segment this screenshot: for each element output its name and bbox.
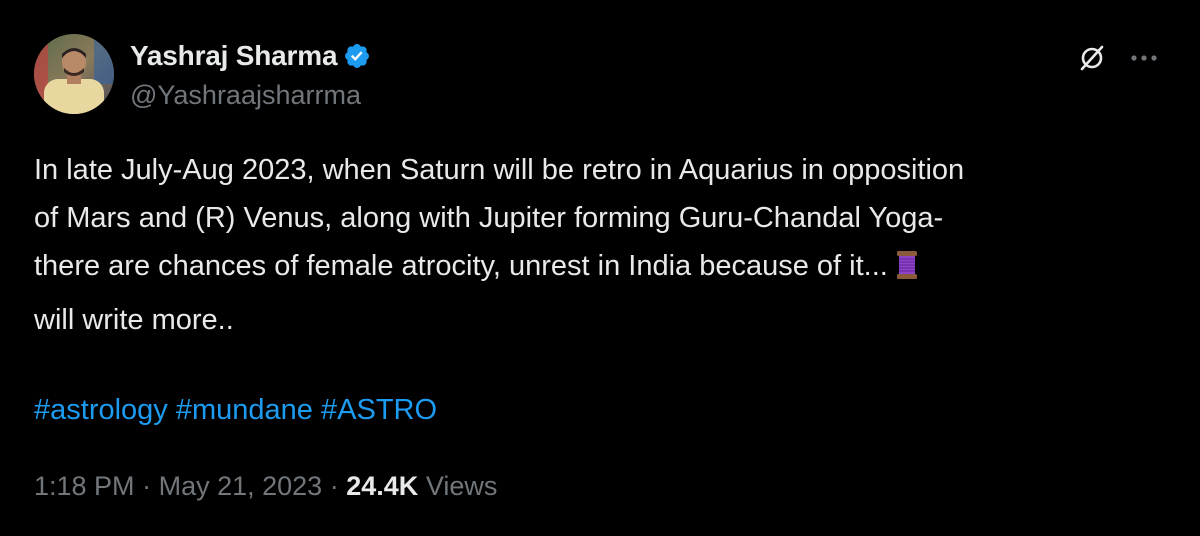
hashtag-link[interactable]: #astrology <box>34 394 168 426</box>
hashtag-link[interactable]: #mundane <box>176 394 313 426</box>
grok-icon[interactable] <box>1074 40 1110 76</box>
author-handle[interactable]: @Yashraajsharrma <box>130 80 361 111</box>
tweet-text-line: In late July-Aug 2023, when Saturn will … <box>34 154 965 186</box>
tweet-text-line-with-emoji: there are chances of female atrocity, un… <box>34 242 1174 296</box>
avatar-photo <box>34 34 114 114</box>
tweet-card: Yashraj Sharma @Yashraajsharrma In late … <box>0 0 1200 536</box>
tweet-text-line: will write more.. <box>34 304 234 336</box>
thread-spool-icon <box>894 248 920 296</box>
tweet-text-segment: there are chances of female atrocity, un… <box>34 250 888 282</box>
avatar[interactable] <box>34 34 114 114</box>
tweet-time[interactable]: 1:18 PM <box>34 471 135 501</box>
hashtag-list: #astrology #mundane #ASTRO <box>34 386 437 434</box>
verified-badge-icon[interactable] <box>343 42 371 70</box>
tweet-meta: 1:18 PM · May 21, 2023 · 24.4K Views <box>34 466 497 506</box>
author-display-name[interactable]: Yashraj Sharma <box>130 40 338 72</box>
views-count[interactable]: 24.4K <box>346 471 418 501</box>
tweet-text-line: of Mars and (R) Venus, along with Jupite… <box>34 202 944 234</box>
author-name-row: Yashraj Sharma <box>130 38 371 74</box>
views-label[interactable]: Views <box>426 471 498 501</box>
hashtag-link[interactable]: #ASTRO <box>321 394 437 426</box>
more-options-icon[interactable] <box>1126 40 1162 76</box>
tweet-date[interactable]: May 21, 2023 <box>159 471 323 501</box>
tweet-body: In late July-Aug 2023, when Saturn will … <box>34 146 1174 344</box>
meta-separator: · <box>142 471 152 501</box>
meta-separator: · <box>329 471 339 501</box>
